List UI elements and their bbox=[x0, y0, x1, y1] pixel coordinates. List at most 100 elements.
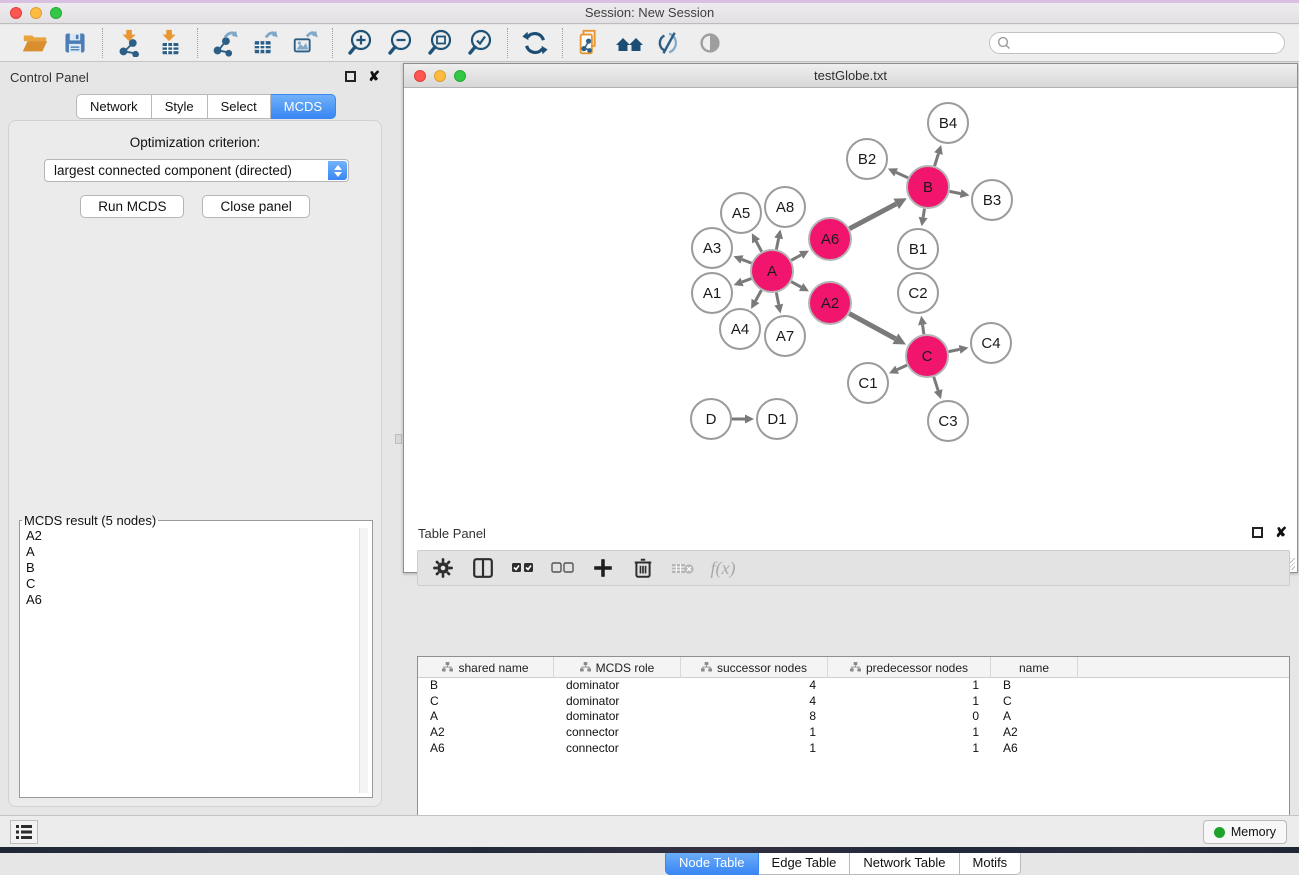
table-row[interactable]: B dominator 4 1 B bbox=[418, 678, 1289, 694]
svg-text:B3: B3 bbox=[983, 192, 1001, 209]
svg-text:D: D bbox=[706, 411, 717, 428]
tab-node-table[interactable]: Node Table bbox=[665, 850, 759, 875]
zoom-fit-icon[interactable] bbox=[423, 27, 457, 59]
column-browser-icon[interactable] bbox=[470, 555, 496, 581]
table-row[interactable]: A dominator 8 0 A bbox=[418, 709, 1289, 725]
svg-text:D1: D1 bbox=[767, 411, 786, 428]
zoom-out-icon[interactable] bbox=[383, 27, 417, 59]
memory-button[interactable]: Memory bbox=[1203, 820, 1287, 844]
gear-icon[interactable] bbox=[430, 555, 456, 581]
close-table-panel-icon[interactable]: ✘ bbox=[1275, 527, 1287, 538]
table-toolbar: f(x) bbox=[417, 550, 1290, 586]
cell-mcds-role[interactable]: dominator bbox=[566, 678, 676, 694]
cell-shared-name[interactable]: C bbox=[430, 694, 550, 710]
cell-predecessor-nodes[interactable]: 1 bbox=[828, 725, 979, 741]
float-table-panel-icon[interactable] bbox=[1252, 527, 1263, 538]
search-input[interactable] bbox=[989, 32, 1285, 54]
column-header-name[interactable]: name bbox=[991, 657, 1078, 678]
cell-mcds-role[interactable]: dominator bbox=[566, 694, 676, 710]
control-panel-title: Control Panel bbox=[10, 70, 89, 85]
cell-predecessor-nodes[interactable]: 0 bbox=[828, 709, 979, 725]
tab-network[interactable]: Network bbox=[76, 94, 152, 119]
import-network-icon[interactable] bbox=[113, 27, 147, 59]
zoom-in-icon[interactable] bbox=[343, 27, 377, 59]
cell-name[interactable]: A bbox=[1003, 709, 1073, 725]
zoom-selected-icon[interactable] bbox=[463, 27, 497, 59]
add-column-icon[interactable] bbox=[590, 555, 616, 581]
clone-network-icon[interactable] bbox=[573, 27, 607, 59]
cell-mcds-role[interactable]: connector bbox=[566, 741, 676, 757]
column-header-successor-nodes[interactable]: successor nodes bbox=[681, 657, 828, 678]
cell-mcds-role[interactable]: connector bbox=[566, 725, 676, 741]
column-header-predecessor-nodes[interactable]: predecessor nodes bbox=[828, 657, 991, 678]
cell-predecessor-nodes[interactable]: 1 bbox=[828, 694, 979, 710]
task-history-button[interactable] bbox=[10, 820, 38, 844]
save-icon[interactable] bbox=[58, 27, 92, 59]
list-item[interactable]: A bbox=[22, 544, 370, 560]
cell-predecessor-nodes[interactable]: 1 bbox=[828, 741, 979, 757]
tab-network-table[interactable]: Network Table bbox=[850, 850, 959, 875]
run-mcds-button[interactable]: Run MCDS bbox=[80, 195, 184, 218]
float-panel-icon[interactable] bbox=[345, 71, 356, 82]
cell-predecessor-nodes[interactable]: 1 bbox=[828, 678, 979, 694]
cell-successor-nodes[interactable]: 1 bbox=[681, 725, 816, 741]
tab-edge-table[interactable]: Edge Table bbox=[759, 850, 851, 875]
shared-column-icon bbox=[850, 662, 861, 673]
result-scrollbar[interactable] bbox=[359, 528, 368, 793]
table-row[interactable]: A6 connector 1 1 A6 bbox=[418, 741, 1289, 757]
table-row[interactable]: C dominator 4 1 C bbox=[418, 694, 1289, 710]
tab-style[interactable]: Style bbox=[152, 94, 208, 119]
hide-graphics-details-icon[interactable] bbox=[653, 27, 687, 59]
cell-successor-nodes[interactable]: 4 bbox=[681, 694, 816, 710]
delete-column-icon[interactable] bbox=[630, 555, 656, 581]
svg-text:C1: C1 bbox=[858, 375, 877, 392]
list-item[interactable]: A6 bbox=[22, 592, 370, 608]
optimization-criterion-select[interactable]: largest connected component (directed) bbox=[44, 159, 349, 182]
export-network-icon[interactable] bbox=[208, 27, 242, 59]
svg-text:A1: A1 bbox=[703, 285, 721, 302]
cell-mcds-role[interactable]: dominator bbox=[566, 709, 676, 725]
cell-shared-name[interactable]: A2 bbox=[430, 725, 550, 741]
vertical-splitter-grip[interactable] bbox=[395, 434, 402, 444]
contrast-eye-icon[interactable] bbox=[693, 27, 727, 59]
list-item[interactable]: C bbox=[22, 576, 370, 592]
import-table-icon[interactable] bbox=[153, 27, 187, 59]
mcds-result-list[interactable]: A2 A B C A6 bbox=[22, 528, 370, 795]
delete-table-icon[interactable] bbox=[670, 555, 696, 581]
export-image-icon[interactable] bbox=[288, 27, 322, 59]
column-header-shared-name[interactable]: shared name bbox=[418, 657, 554, 678]
cell-name[interactable]: A6 bbox=[1003, 741, 1073, 757]
tab-mcds[interactable]: MCDS bbox=[271, 94, 336, 119]
cell-shared-name[interactable]: A6 bbox=[430, 741, 550, 757]
cell-name[interactable]: C bbox=[1003, 694, 1073, 710]
network-window-titlebar[interactable]: testGlobe.txt bbox=[404, 64, 1297, 88]
cell-successor-nodes[interactable]: 8 bbox=[681, 709, 816, 725]
list-item[interactable]: B bbox=[22, 560, 370, 576]
tab-select[interactable]: Select bbox=[208, 94, 271, 119]
close-panel-icon[interactable]: ✘ bbox=[368, 71, 380, 82]
deselect-all-icon[interactable] bbox=[550, 555, 576, 581]
cell-name[interactable]: B bbox=[1003, 678, 1073, 694]
cell-shared-name[interactable]: B bbox=[430, 678, 550, 694]
tab-motifs[interactable]: Motifs bbox=[960, 850, 1022, 875]
close-panel-button[interactable]: Close panel bbox=[202, 195, 309, 218]
svg-text:A8: A8 bbox=[776, 199, 794, 216]
svg-text:C: C bbox=[922, 348, 933, 365]
network-canvas[interactable]: B4B2BB3A8A5A6A3B1AA1C2A2A4A7C4CC1C3DD1 bbox=[405, 89, 1296, 571]
refresh-layout-icon[interactable] bbox=[518, 27, 552, 59]
function-builder-icon[interactable]: f(x) bbox=[710, 555, 736, 581]
select-all-icon[interactable] bbox=[510, 555, 536, 581]
mcds-tab-content: Optimization criterion: largest connecte… bbox=[8, 120, 382, 807]
cell-successor-nodes[interactable]: 1 bbox=[681, 741, 816, 757]
export-table-icon[interactable] bbox=[248, 27, 282, 59]
table-row[interactable]: A2 connector 1 1 A2 bbox=[418, 725, 1289, 741]
cell-name[interactable]: A2 bbox=[1003, 725, 1073, 741]
open-folder-icon[interactable] bbox=[18, 27, 52, 59]
home-networks-icon[interactable] bbox=[613, 27, 647, 59]
cell-successor-nodes[interactable]: 4 bbox=[681, 678, 816, 694]
shared-column-icon bbox=[701, 662, 712, 673]
cell-shared-name[interactable]: A bbox=[430, 709, 550, 725]
list-item[interactable]: A2 bbox=[22, 528, 370, 544]
column-header-mcds-role[interactable]: MCDS role bbox=[554, 657, 681, 678]
shared-column-icon bbox=[580, 662, 591, 673]
